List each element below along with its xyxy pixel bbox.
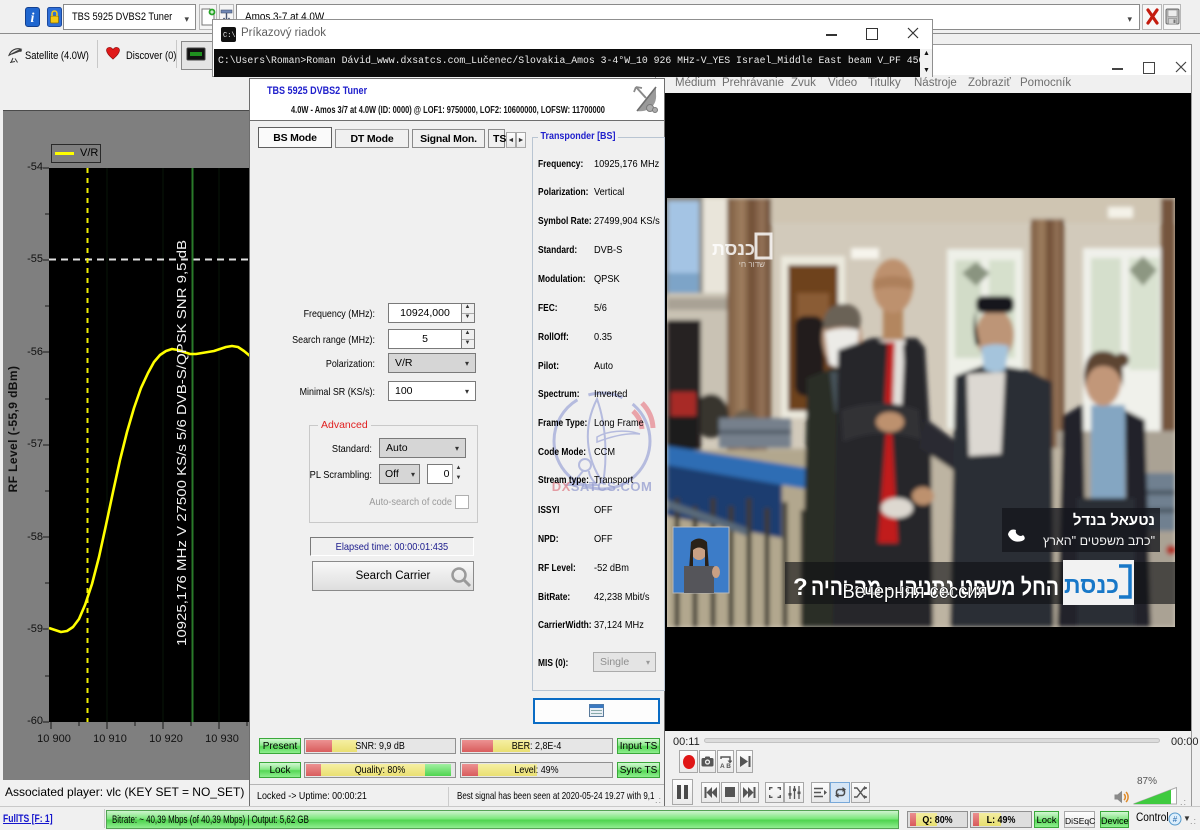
svg-text:שדור חי: שדור חי bbox=[739, 260, 765, 269]
svg-text:#: # bbox=[1173, 815, 1178, 824]
svg-text:כנסת: כנסת bbox=[712, 239, 755, 259]
svg-text:כתב משפטים "הארץ": כתב משפטים "הארץ" bbox=[1043, 534, 1155, 548]
svg-text:Вечерняя сессия: Вечерняя сессия bbox=[843, 581, 988, 603]
svg-text:i: i bbox=[31, 11, 35, 26]
svg-text:נטעאל בנדל: נטעאל בנדל bbox=[1073, 512, 1155, 529]
svg-text:A B: A B bbox=[720, 763, 731, 769]
svg-text:כנסת: כנסת bbox=[1064, 572, 1119, 598]
svg-text:10925,176 MHz V 27500 KS/s 5/6: 10925,176 MHz V 27500 KS/s 5/6 DVB-S/QPS… bbox=[175, 240, 189, 646]
svg-text:?: ? bbox=[793, 574, 808, 601]
svg-text:C:\: C:\ bbox=[223, 32, 236, 40]
